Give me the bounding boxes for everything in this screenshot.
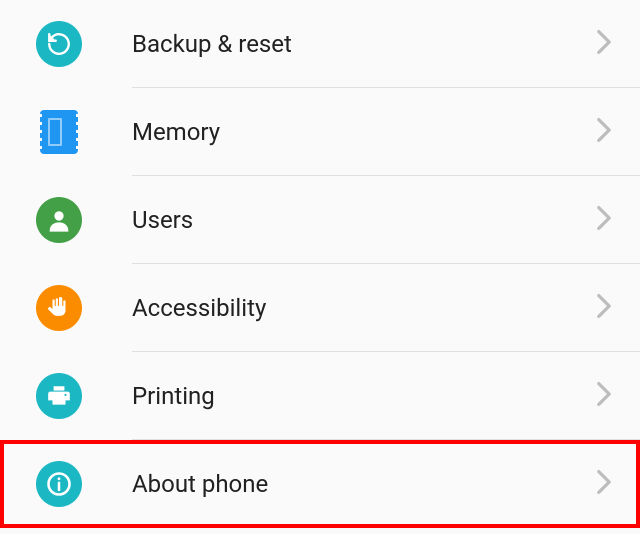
settings-item-label: Backup & reset	[132, 30, 596, 58]
settings-item-users[interactable]: Users	[0, 176, 640, 264]
settings-item-printing[interactable]: Printing	[0, 352, 640, 440]
settings-item-about-phone[interactable]: About phone	[0, 440, 640, 528]
settings-item-label: About phone	[132, 470, 596, 498]
memory-icon	[40, 110, 78, 154]
user-icon	[36, 197, 82, 243]
settings-item-label: Accessibility	[132, 294, 596, 322]
chevron-right-icon	[596, 205, 612, 235]
hand-icon	[36, 285, 82, 331]
refresh-icon	[36, 21, 82, 67]
settings-item-label: Users	[132, 206, 596, 234]
settings-item-label: Memory	[132, 118, 596, 146]
info-icon	[36, 461, 82, 507]
print-icon	[36, 373, 82, 419]
chevron-right-icon	[596, 117, 612, 147]
settings-list: Backup & reset Memory	[0, 0, 640, 528]
chevron-right-icon	[596, 29, 612, 59]
settings-item-backup-reset[interactable]: Backup & reset	[0, 0, 640, 88]
chevron-right-icon	[596, 469, 612, 499]
chevron-right-icon	[596, 293, 612, 323]
settings-item-memory[interactable]: Memory	[0, 88, 640, 176]
chevron-right-icon	[596, 381, 612, 411]
settings-item-accessibility[interactable]: Accessibility	[0, 264, 640, 352]
settings-item-label: Printing	[132, 382, 596, 410]
